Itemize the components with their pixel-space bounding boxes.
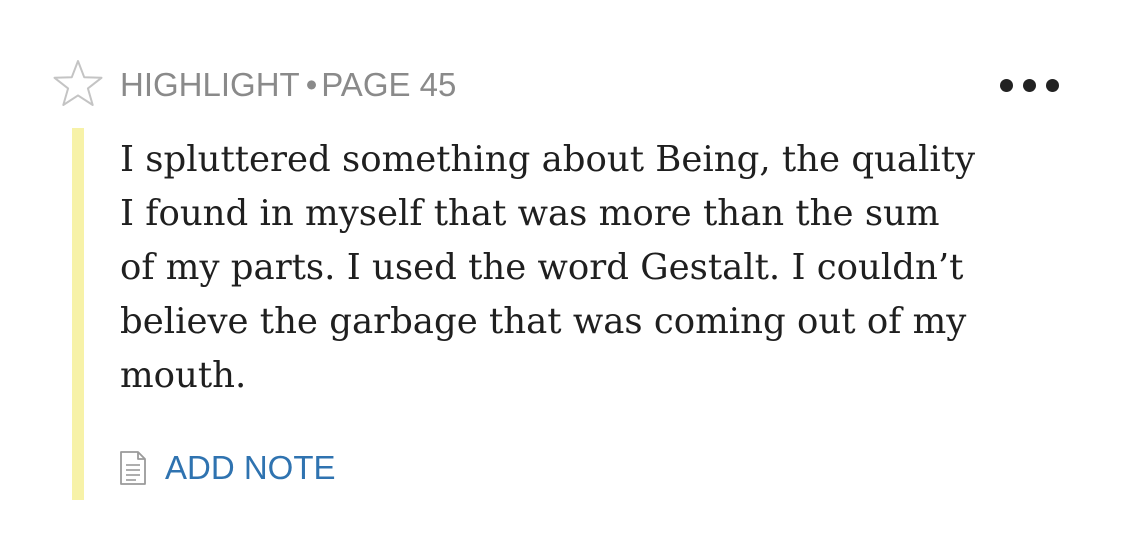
highlight-line: I found in myself that was more than the… <box>120 193 940 234</box>
add-note-label: ADD NOTE <box>165 449 336 486</box>
more-icon-dot <box>1000 79 1013 92</box>
highlight-text[interactable]: I spluttered something about Being, the … <box>120 133 1100 403</box>
highlight-type-label: HIGHLIGHT <box>120 66 300 103</box>
note-document-icon <box>120 451 146 485</box>
page-label: PAGE 45 <box>321 66 457 103</box>
highlight-line: mouth. <box>120 355 247 396</box>
more-icon-dot <box>1023 79 1036 92</box>
more-icon-dot <box>1046 79 1059 92</box>
highlight-line: I spluttered something about Being, the … <box>120 139 976 180</box>
highlight-color-bar <box>72 128 84 500</box>
highlight-line: of my parts. I used the word Gestalt. I … <box>120 247 964 288</box>
header-separator: • <box>305 66 318 103</box>
star-icon[interactable] <box>52 58 104 110</box>
highlight-header: HIGHLIGHT • PAGE 45 <box>120 63 456 107</box>
highlight-line: believe the garbage that was coming out … <box>120 301 967 342</box>
more-options-button[interactable] <box>996 70 1068 102</box>
highlight-card: HIGHLIGHT • PAGE 45 I spluttered something… <box>0 0 1125 552</box>
